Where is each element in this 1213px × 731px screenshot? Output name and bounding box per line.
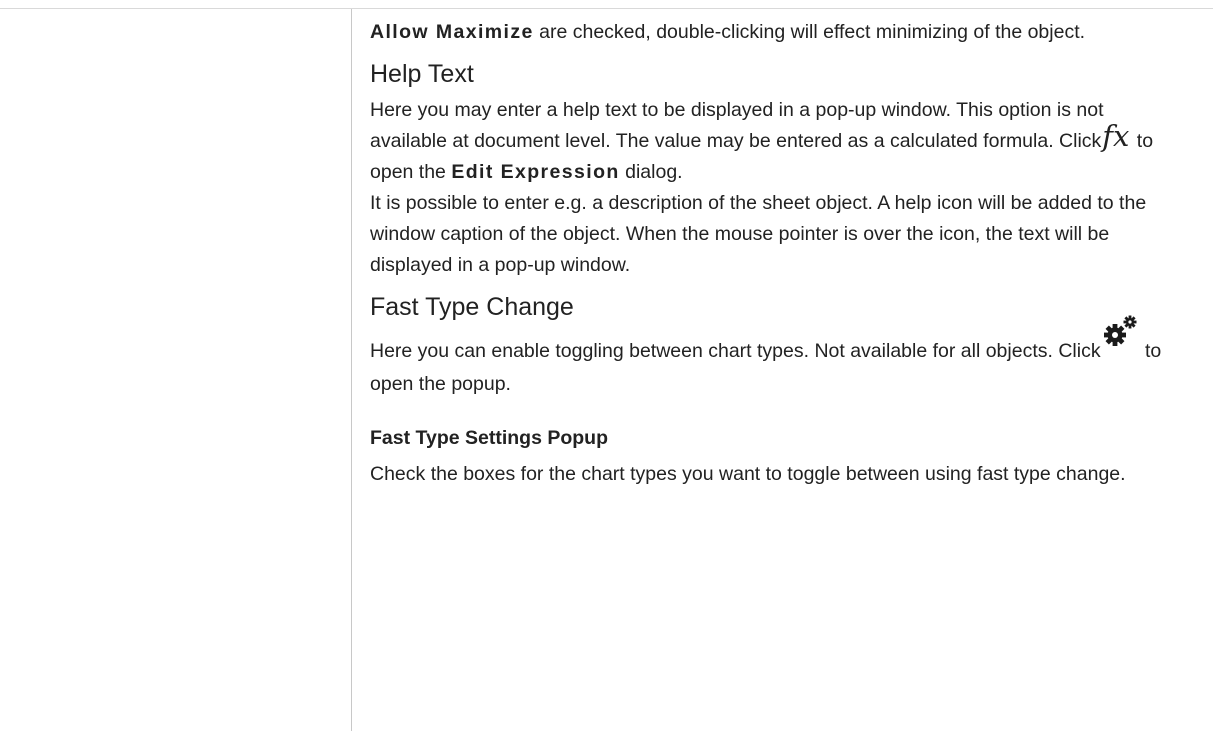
- fast-type-change-heading: Fast Type Change: [370, 293, 574, 321]
- fast-type-settings-paragraph: Check the boxes for the chart types you …: [370, 463, 1126, 485]
- help-text-paragraph-2: It is possible to enter e.g. a descripti…: [370, 192, 1147, 276]
- fast-type-change-text: Here you can enable toggling between cha…: [370, 340, 1101, 362]
- document-content: Allow Maximize are checked, double-click…: [370, 17, 1185, 490]
- gear-icon[interactable]: [1102, 315, 1138, 356]
- fast-type-change-paragraph: Here you can enable toggling between cha…: [370, 315, 1185, 401]
- help-text-paragraph-1: Here you may enter a help text to be dis…: [370, 95, 1185, 188]
- edit-expression-term: Edit Expression: [451, 161, 620, 183]
- left-column: [0, 9, 351, 731]
- allow-maximize-term: Allow Maximize: [370, 21, 534, 43]
- help-text-para1-start: Here you may enter a help text to be dis…: [370, 99, 1104, 152]
- column-divider: [351, 9, 352, 731]
- fx-icon[interactable]: fx: [1102, 122, 1129, 151]
- help-text-heading: Help Text: [370, 60, 474, 88]
- fast-type-settings-heading: Fast Type Settings Popup: [370, 427, 608, 449]
- intro-paragraph: Allow Maximize are checked, double-click…: [370, 17, 1185, 48]
- intro-text: are checked, double-clicking will effect…: [533, 21, 1086, 43]
- gear-icon-graphic: [1103, 315, 1137, 346]
- help-text-para1-end: dialog.: [619, 161, 683, 183]
